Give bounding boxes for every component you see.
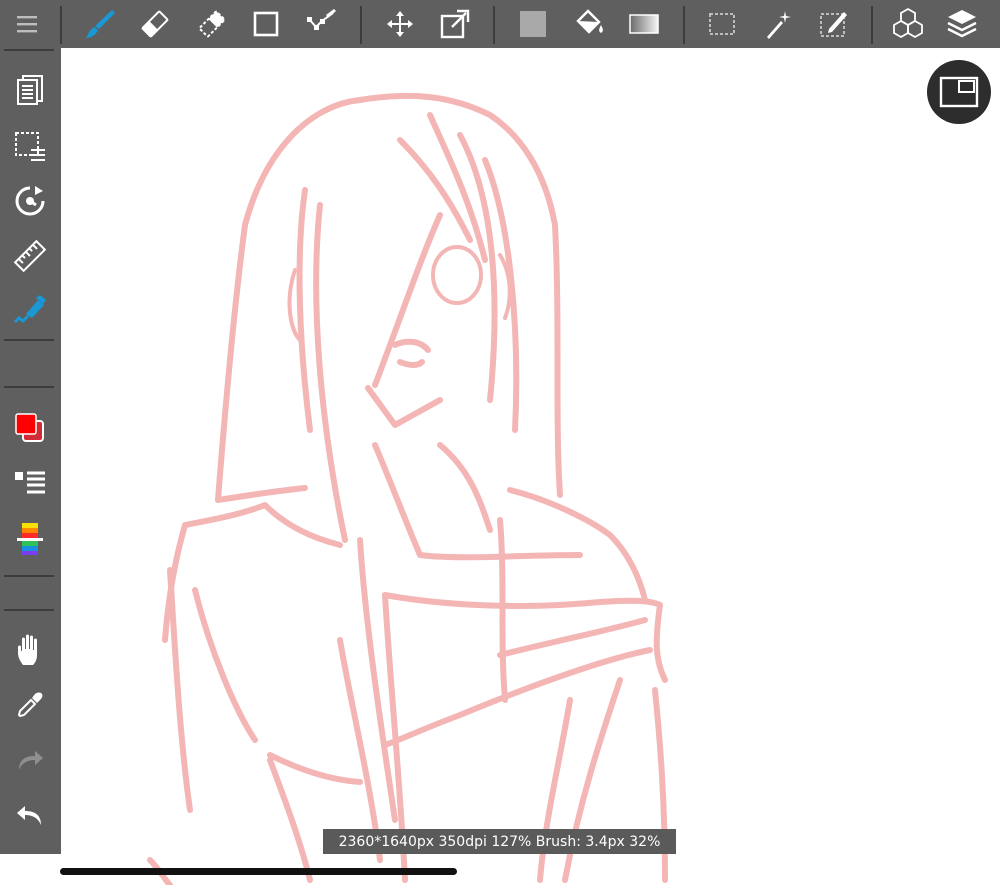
filter-button[interactable]	[4, 288, 56, 334]
ruler-icon	[13, 239, 47, 273]
select-pen-button[interactable]	[810, 0, 858, 48]
magic-wand-button[interactable]	[754, 0, 802, 48]
undo-button[interactable]	[4, 792, 56, 838]
bucket-icon	[576, 9, 603, 34]
polyline-icon	[307, 9, 336, 30]
hand-icon	[18, 634, 37, 665]
brush-list-button[interactable]	[4, 460, 56, 506]
window-icon	[939, 76, 979, 108]
status-bar: 2360*1640px 350dpi 127% Brush: 3.4px 32%	[323, 829, 676, 854]
3d-model-icon	[893, 7, 923, 39]
brush-icon	[86, 10, 115, 38]
undo-icon	[17, 806, 41, 825]
toolbar-divider	[871, 6, 873, 44]
toolbar-divider	[360, 6, 362, 44]
brush-tool-button[interactable]	[76, 0, 124, 48]
toolbar-divider	[60, 6, 62, 44]
rotate-button[interactable]	[4, 178, 56, 224]
blur-icon	[198, 10, 226, 38]
rotate-icon	[15, 186, 45, 216]
polyline-tool-button[interactable]	[297, 0, 345, 48]
color-button[interactable]	[4, 405, 56, 451]
sidebar-divider	[4, 386, 54, 388]
eraser-tool-button[interactable]	[131, 0, 179, 48]
fill-color-button[interactable]	[509, 0, 557, 48]
drawing-canvas[interactable]	[61, 48, 1000, 885]
select-rect-button[interactable]	[698, 0, 746, 48]
move-icon	[387, 11, 413, 37]
pages-button[interactable]	[4, 67, 56, 113]
select-rect-icon	[709, 13, 735, 35]
sidebar-divider	[4, 49, 54, 51]
gradient-tool-button[interactable]	[620, 0, 668, 48]
hand-tool-button[interactable]	[4, 627, 56, 673]
transform-tool-button[interactable]	[431, 0, 479, 48]
menu-icon	[17, 16, 37, 33]
left-sidebar	[0, 48, 61, 854]
move-tool-button[interactable]	[376, 0, 424, 48]
sidebar-divider	[4, 575, 54, 577]
navigator-button[interactable]	[927, 60, 991, 124]
redo-icon	[19, 751, 43, 770]
palette-icon	[17, 523, 43, 555]
redo-button[interactable]	[4, 737, 56, 783]
toolbar-divider	[683, 6, 685, 44]
layers-icon	[947, 10, 977, 38]
brush-list-icon	[15, 471, 45, 494]
menu-button[interactable]	[3, 0, 51, 48]
eyedropper-icon	[17, 692, 43, 718]
sidebar-divider	[4, 339, 54, 341]
selection-menu-icon	[15, 132, 45, 161]
blur-tool-button[interactable]	[188, 0, 236, 48]
ruler-button[interactable]	[4, 233, 56, 279]
home-indicator	[60, 868, 457, 875]
selection-menu-button[interactable]	[4, 123, 56, 169]
magic-wand-icon	[767, 11, 791, 39]
sketch-artwork	[147, 92, 668, 885]
color-icon	[15, 413, 44, 442]
eyedropper-button[interactable]	[4, 682, 56, 728]
sidebar-divider	[4, 609, 54, 611]
fill-color-icon	[520, 11, 546, 37]
bucket-tool-button[interactable]	[565, 0, 613, 48]
select-pen-icon	[820, 12, 847, 37]
rectangle-tool-button[interactable]	[242, 0, 290, 48]
layers-button[interactable]	[938, 0, 986, 48]
pages-icon	[17, 75, 43, 105]
rectangle-icon	[253, 11, 279, 37]
transform-icon	[440, 9, 470, 39]
canvas-info-text: 2360*1640px 350dpi 127% Brush: 3.4px 32%	[338, 833, 661, 850]
toolbar-divider	[493, 6, 495, 44]
palette-button[interactable]	[4, 516, 56, 562]
eraser-icon	[141, 10, 169, 38]
filter-icon	[13, 295, 46, 324]
gradient-icon	[629, 14, 659, 34]
3d-model-button[interactable]	[884, 0, 932, 48]
top-toolbar	[0, 0, 1000, 48]
